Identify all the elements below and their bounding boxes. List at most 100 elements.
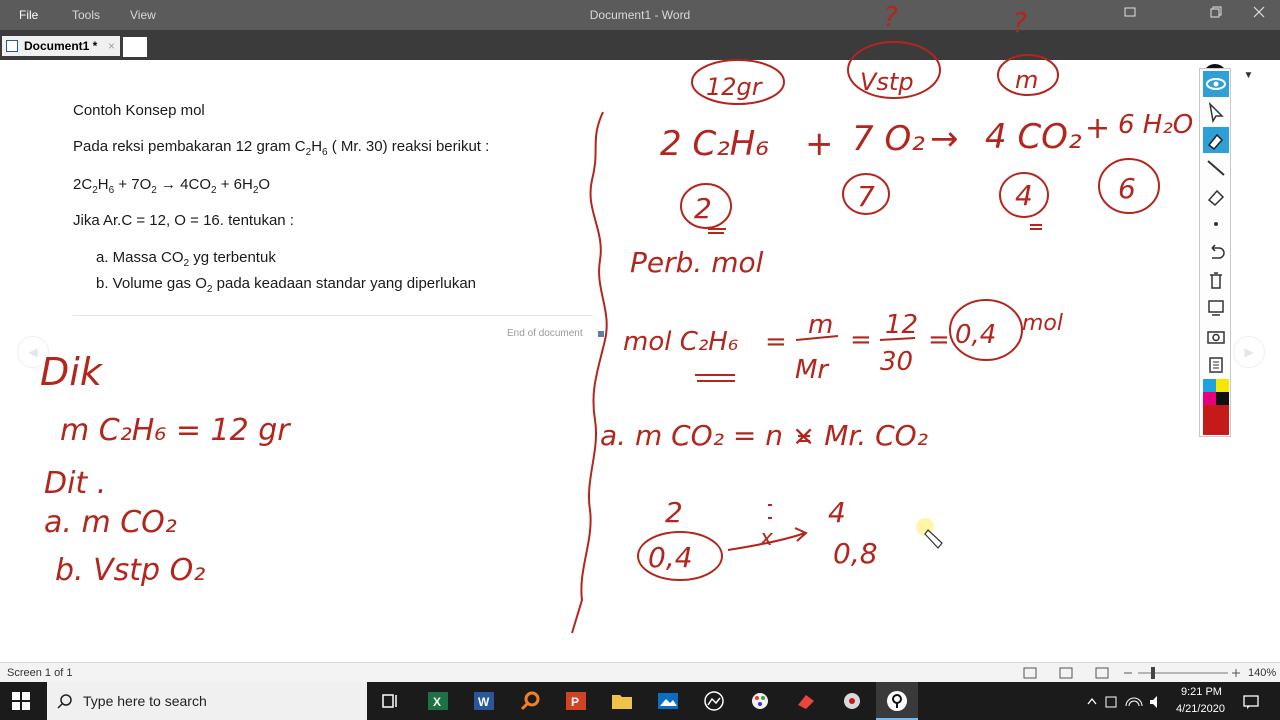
restore-icon[interactable] — [1204, 5, 1228, 25]
ink-underline-mol — [695, 374, 735, 382]
eraser-icon[interactable] — [1203, 183, 1229, 209]
taskbar: Type here to search X W P 9:21 PM 4/21/2… — [0, 682, 1280, 720]
ink-circle-result — [949, 299, 1023, 361]
ink-circle-6 — [1098, 158, 1160, 214]
doc-paragraph-3: Jika Ar.C = 12, O = 16. tentukan : — [73, 212, 294, 229]
page-separator — [73, 315, 593, 316]
ink-ratio-2: 2 — [665, 496, 683, 529]
ink-circle-4 — [999, 172, 1049, 218]
ink-den-30: 30 — [880, 347, 913, 377]
title-bar: File Tools View Document1 - Word — [0, 0, 1280, 30]
ink-coef-7: 7 — [857, 180, 875, 213]
highlighter-icon[interactable] — [1203, 127, 1229, 153]
eraser-cursor-icon — [924, 529, 943, 549]
ink-perb-mol: Perb. mol — [630, 246, 764, 279]
clock-time[interactable]: 9:21 PM — [1181, 686, 1222, 698]
ink-left-04: 0,4 — [648, 541, 693, 574]
ink-eq-co2: 4 CO₂ — [985, 117, 1082, 157]
tab-close-icon[interactable]: × — [108, 36, 115, 56]
search-icon — [57, 694, 72, 709]
ink-cursor-highlight — [916, 518, 934, 536]
zoom-level: 140% — [1248, 667, 1277, 679]
paint-app-icon[interactable] — [748, 689, 772, 713]
ink-eq-c2h6: 2 C₂H₆ — [660, 124, 769, 164]
pointer-arrow-icon[interactable] — [1203, 99, 1229, 125]
color-palette[interactable] — [1203, 379, 1229, 435]
snipping-tool-icon[interactable] — [840, 689, 864, 713]
fullscreen-icon[interactable] — [1118, 5, 1142, 25]
clock-date[interactable]: 4/21/2020 — [1176, 703, 1225, 715]
ink-result-04: 0,4 — [955, 320, 996, 350]
svg-text:P: P — [571, 695, 579, 709]
doc-item-b: b. Volume gas O2 pada keadaan standar ya… — [96, 275, 477, 295]
doc-paragraph-1: Pada reksi pembakaran 12 gram C2H6 ( Mr.… — [73, 138, 490, 158]
ink-arrow-ratio — [727, 527, 808, 551]
prev-page-arrow-icon[interactable]: ◀ — [17, 336, 49, 368]
ink-fraction-bar-1 — [795, 335, 839, 341]
app-generic-icon[interactable] — [702, 689, 726, 713]
notifications-icon[interactable] — [1242, 693, 1260, 711]
ink-circle-left-04 — [637, 531, 723, 581]
whiteboard-icon[interactable] — [1203, 295, 1229, 321]
ink-underline-4 — [1030, 224, 1042, 230]
ink-eq-sign-2: = — [850, 325, 872, 355]
taskbar-search-input[interactable]: Type here to search — [47, 682, 367, 720]
ink-dit-b: b. Vstp O₂ — [55, 553, 205, 588]
ink-ratio-4: 4 — [828, 496, 846, 529]
close-window-icon[interactable] — [1247, 5, 1271, 25]
file-explorer-icon[interactable] — [610, 689, 634, 713]
word-icon[interactable]: W — [472, 689, 496, 713]
ink-mol-unit: mol — [1022, 311, 1063, 336]
dot-size-icon[interactable] — [1203, 211, 1229, 237]
ink-fraction-bar-2 — [879, 337, 916, 341]
ink-num-12: 12 — [885, 310, 918, 340]
line-pen-icon[interactable] — [1203, 155, 1229, 181]
search-app-icon[interactable] — [518, 689, 542, 713]
ink-circle-2 — [680, 183, 732, 229]
chevron-down-icon[interactable]: ▼ — [1240, 67, 1257, 84]
ink-ratio-x: x — [759, 526, 774, 551]
eraser-app-icon[interactable] — [794, 689, 818, 713]
search-placeholder: Type here to search — [83, 693, 207, 709]
excel-icon[interactable]: X — [426, 689, 450, 713]
trash-icon[interactable] — [1203, 267, 1229, 293]
ink-top-m: m — [1015, 66, 1038, 94]
ink-underline-n — [798, 435, 810, 442]
svg-text:W: W — [478, 695, 490, 709]
ink-mr-denominator: Mr — [795, 355, 830, 385]
ink-coef-6: 6 — [1118, 172, 1136, 205]
tab-bar: Document1 * × ▼ ✕ — [0, 30, 1280, 91]
camera-icon[interactable] — [1203, 323, 1229, 349]
ink-top-12gr: 12gr — [706, 73, 764, 101]
next-page-arrow-icon[interactable]: ▶ — [1233, 336, 1265, 368]
powerpoint-icon[interactable]: P — [564, 689, 588, 713]
ink-circle-m — [997, 54, 1059, 96]
end-of-document-label: End of document — [507, 328, 583, 339]
svg-text:X: X — [433, 695, 441, 709]
ink-app-icon — [887, 691, 907, 711]
tab-document1[interactable]: Document1 * × — [2, 36, 120, 56]
ink-dit-a: a. m CO₂ — [44, 505, 177, 540]
doc-item-a: a. Massa CO2 yg terbentuk — [96, 249, 276, 269]
undo-icon[interactable] — [1203, 239, 1229, 265]
new-tab-button[interactable] — [123, 37, 147, 57]
ink-app-taskbar-button[interactable] — [876, 682, 918, 720]
window-title: Document1 - Word — [589, 8, 691, 22]
doc-heading: Contoh Konsep mol — [73, 102, 205, 119]
ink-right-08: 0,8 — [833, 537, 878, 570]
ink-a-line: a. m CO₂ = n × Mr. CO₂ — [600, 419, 928, 452]
doc-equation: 2C2H6 + 7O2 → 4CO2 + 6H2O — [73, 176, 271, 196]
photos-icon[interactable] — [656, 689, 680, 713]
ink-eq-sign-1: = — [765, 327, 787, 357]
clipboard-icon[interactable] — [1203, 351, 1229, 377]
ink-dik: Dik — [40, 350, 104, 394]
system-tray-icons[interactable] — [1086, 694, 1166, 710]
close-icon[interactable]: ✕ — [1264, 67, 1277, 84]
view-mode-icons[interactable] — [1022, 666, 1122, 680]
eye-icon[interactable] — [1203, 71, 1229, 97]
status-bar: Screen 1 of 1 140% — [0, 662, 1280, 683]
task-view-icon[interactable] — [378, 689, 402, 713]
zoom-slider[interactable] — [1122, 666, 1242, 680]
end-of-document-marker — [598, 331, 604, 337]
windows-start-icon[interactable] — [12, 692, 30, 715]
